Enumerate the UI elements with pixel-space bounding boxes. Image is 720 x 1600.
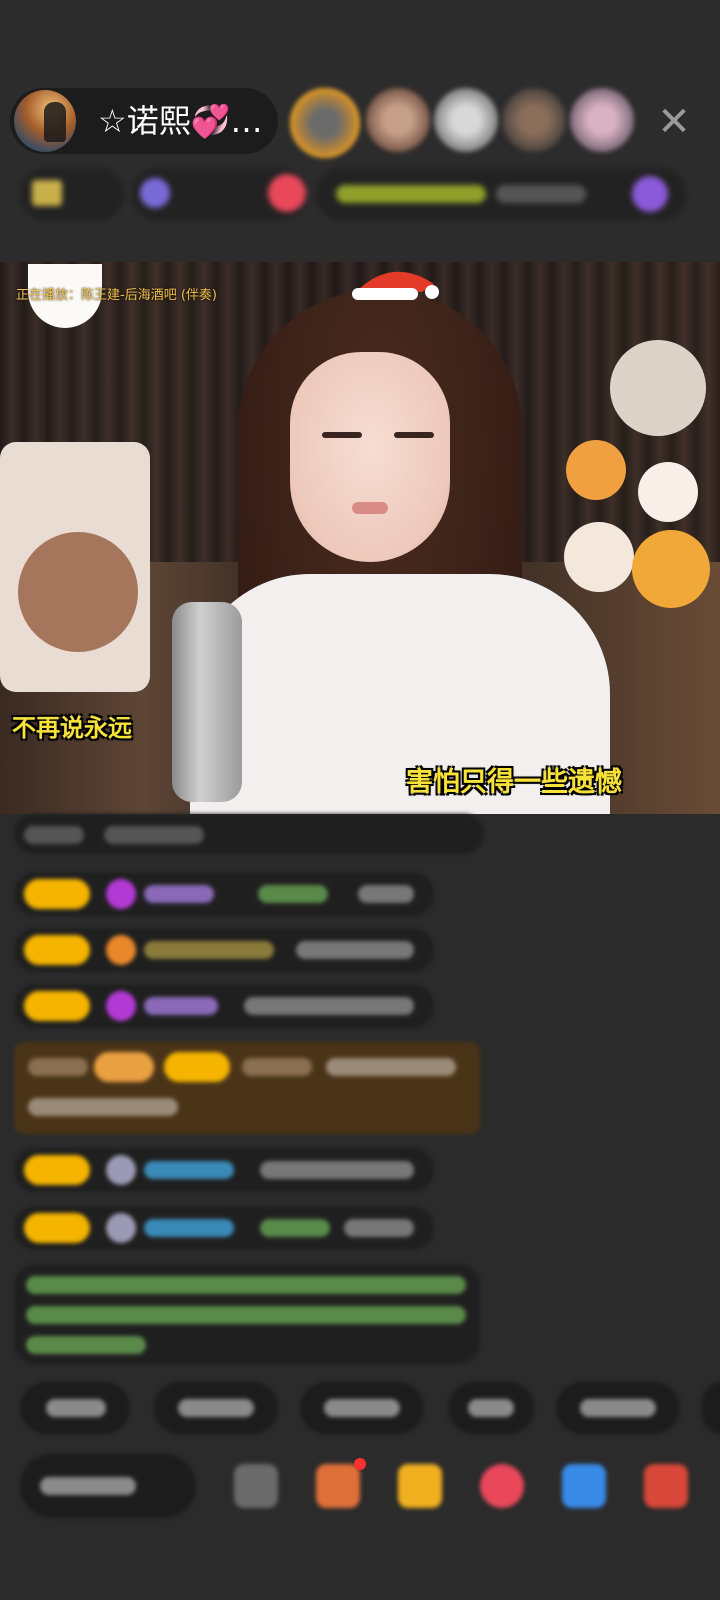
quick-reply-chip[interactable] [702, 1382, 720, 1434]
chat-message[interactable] [14, 984, 434, 1028]
viewer-avatars [290, 82, 650, 162]
balloon [564, 522, 634, 592]
now-playing-label: 正在播放：陈王建-后海酒吧 (伴奏) [16, 288, 217, 303]
streamer-face [290, 352, 450, 562]
balloon [610, 340, 706, 436]
lips [352, 502, 388, 514]
left-eye [322, 432, 362, 438]
system-notice [14, 1264, 480, 1364]
balloon [638, 462, 698, 522]
host-name[interactable]: ☆诺熙💞… [98, 102, 263, 140]
emoji-icon[interactable] [234, 1464, 278, 1508]
notification-dot [354, 1458, 366, 1470]
gift-message[interactable] [14, 1042, 480, 1134]
quick-reply-chip[interactable] [154, 1382, 278, 1434]
balloon [632, 530, 710, 608]
lyric-right: 害怕只得一些遗憾 [406, 767, 622, 798]
viewer-avatar[interactable] [434, 88, 498, 152]
top-bar: ☆诺熙💞… ✕ [0, 0, 720, 260]
chat-message[interactable] [14, 814, 484, 854]
viewer-avatar[interactable] [502, 88, 566, 152]
room-info-row [20, 168, 700, 222]
host-profile[interactable]: ☆诺熙💞… [10, 88, 278, 154]
quick-reply-chip[interactable] [448, 1382, 534, 1434]
quick-reply-chip[interactable] [300, 1382, 424, 1434]
room-rank-pill[interactable] [20, 168, 124, 220]
heart-icon[interactable] [480, 1464, 524, 1508]
bottom-bar [0, 1454, 720, 1534]
chat-message[interactable] [14, 1148, 434, 1192]
gift-box-icon[interactable] [316, 1464, 360, 1508]
chat-message[interactable] [14, 872, 434, 916]
popularity-pill[interactable] [132, 168, 308, 220]
chat-message[interactable] [14, 1206, 434, 1250]
lyric-left: 不再说永远 [12, 714, 132, 742]
quick-reply-chip[interactable] [20, 1382, 130, 1434]
live-video[interactable]: 正在播放：陈王建-后海酒吧 (伴奏) 不再说永远 害怕只得一些遗憾 [0, 262, 720, 814]
quick-reply-chip[interactable] [556, 1382, 680, 1434]
game-icon[interactable] [562, 1464, 606, 1508]
microphone [172, 602, 242, 802]
gift-icon[interactable] [398, 1464, 442, 1508]
viewer-avatar[interactable] [570, 88, 634, 152]
hat-icon [352, 271, 439, 300]
viewer-avatar[interactable] [366, 88, 430, 152]
more-icon[interactable] [644, 1464, 688, 1508]
chat-input[interactable] [20, 1454, 196, 1518]
balloon [566, 440, 626, 500]
right-eye [394, 432, 434, 438]
close-icon[interactable]: ✕ [652, 100, 696, 144]
host-avatar[interactable] [14, 90, 76, 152]
viewer-avatar[interactable] [290, 88, 360, 158]
chat-message[interactable] [14, 928, 434, 972]
activity-pill[interactable] [316, 168, 686, 220]
chat-list[interactable] [0, 814, 720, 1364]
bear-ears [18, 532, 138, 652]
quick-reply-row [0, 1382, 720, 1438]
